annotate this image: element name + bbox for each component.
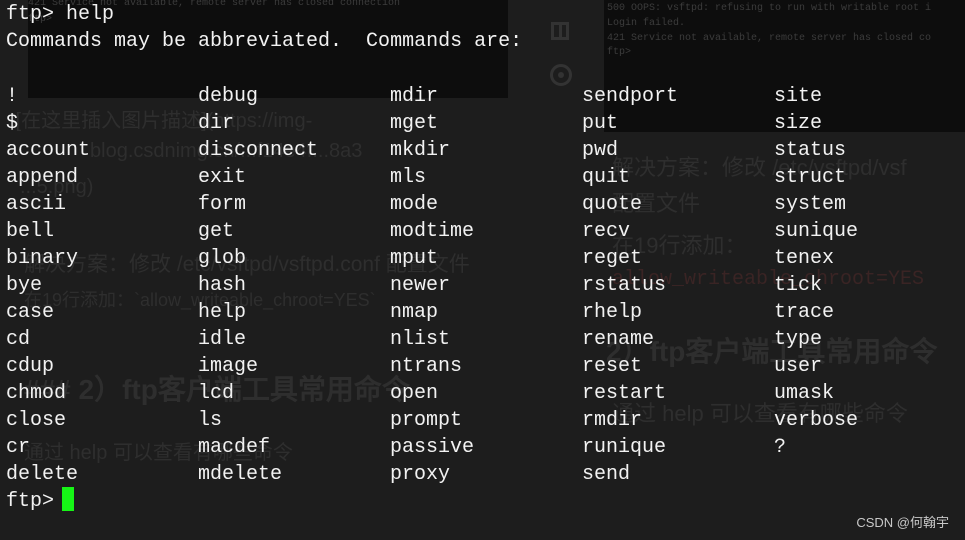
command-name: proxy — [390, 463, 451, 486]
cursor — [62, 487, 75, 511]
watermark: CSDN @何翰宇 — [856, 515, 949, 530]
command-name: passive — [390, 436, 475, 459]
terminal[interactable]: ftp> help Commands may be abbreviated. C… — [0, 0, 965, 540]
command-name: restart — [582, 382, 667, 405]
command-name: dir — [198, 112, 235, 135]
command-name: site — [774, 85, 823, 108]
command-name: hash — [198, 274, 247, 297]
prompt-text: ftp> — [6, 490, 55, 513]
command-name: type — [774, 328, 823, 351]
command-name: image — [198, 355, 259, 378]
command-name: size — [774, 112, 823, 135]
command-name: verbose — [774, 409, 859, 432]
command-name: prompt — [390, 409, 463, 432]
command-name: quit — [582, 166, 631, 189]
command-name: cr — [6, 436, 31, 459]
command-name: reset — [582, 355, 643, 378]
command-name: trace — [774, 301, 835, 324]
command-name: mls — [390, 166, 427, 189]
command-name: close — [6, 409, 67, 432]
command-name: bye — [6, 274, 43, 297]
command-name: tick — [774, 274, 823, 297]
command-name: bell — [6, 220, 55, 243]
command-name: mode — [390, 193, 439, 216]
command-name: rhelp — [582, 301, 643, 324]
command-name: ntrans — [390, 355, 463, 378]
command-name: mget — [390, 112, 439, 135]
command-name: mkdir — [390, 139, 451, 162]
command-name: get — [198, 220, 235, 243]
command-name: glob — [198, 247, 247, 270]
command-name: rmdir — [582, 409, 643, 432]
command-name: put — [582, 112, 619, 135]
command-name: status — [774, 139, 847, 162]
command-name: nmap — [390, 301, 439, 324]
command-name: delete — [6, 463, 79, 486]
command-name: disconnect — [198, 139, 319, 162]
command-name: pwd — [582, 139, 619, 162]
command-name: nlist — [390, 328, 451, 351]
command-name: append — [6, 166, 79, 189]
info-line: Commands may be abbreviated. Commands ar… — [6, 30, 523, 53]
command-name: recv — [582, 220, 631, 243]
command-name: help — [198, 301, 247, 324]
command-name: case — [6, 301, 55, 324]
command-name: form — [198, 193, 247, 216]
prompt-line: ftp> help — [6, 3, 115, 26]
command-name: reget — [582, 247, 643, 270]
command-name: send — [582, 463, 631, 486]
final-prompt[interactable]: ftp> — [6, 487, 75, 515]
command-name: ls — [198, 409, 223, 432]
command-name: chmod — [6, 382, 67, 405]
command-name: lcd — [198, 382, 235, 405]
command-name: tenex — [774, 247, 835, 270]
command-name: account — [6, 139, 91, 162]
command-name: ! — [6, 85, 19, 108]
command-name: system — [774, 193, 847, 216]
command-name: sendport — [582, 85, 679, 108]
command-name: idle — [198, 328, 247, 351]
command-name: newer — [390, 274, 451, 297]
command-name: quote — [582, 193, 643, 216]
command-name: cdup — [6, 355, 55, 378]
command-name: mput — [390, 247, 439, 270]
command-name: rename — [582, 328, 655, 351]
command-name: ? — [774, 436, 787, 459]
command-name: struct — [774, 166, 847, 189]
command-name: exit — [198, 166, 247, 189]
command-name: binary — [6, 247, 79, 270]
command-name: mdir — [390, 85, 439, 108]
command-name: rstatus — [582, 274, 667, 297]
command-name: $ — [6, 112, 19, 135]
command-name: modtime — [390, 220, 475, 243]
command-name: macdef — [198, 436, 271, 459]
command-name: debug — [198, 85, 259, 108]
command-name: sunique — [774, 220, 859, 243]
command-name: runique — [582, 436, 667, 459]
command-name: open — [390, 382, 439, 405]
command-name: ascii — [6, 193, 67, 216]
command-name: mdelete — [198, 463, 283, 486]
command-name: umask — [774, 382, 835, 405]
command-name: cd — [6, 328, 31, 351]
command-name: user — [774, 355, 823, 378]
